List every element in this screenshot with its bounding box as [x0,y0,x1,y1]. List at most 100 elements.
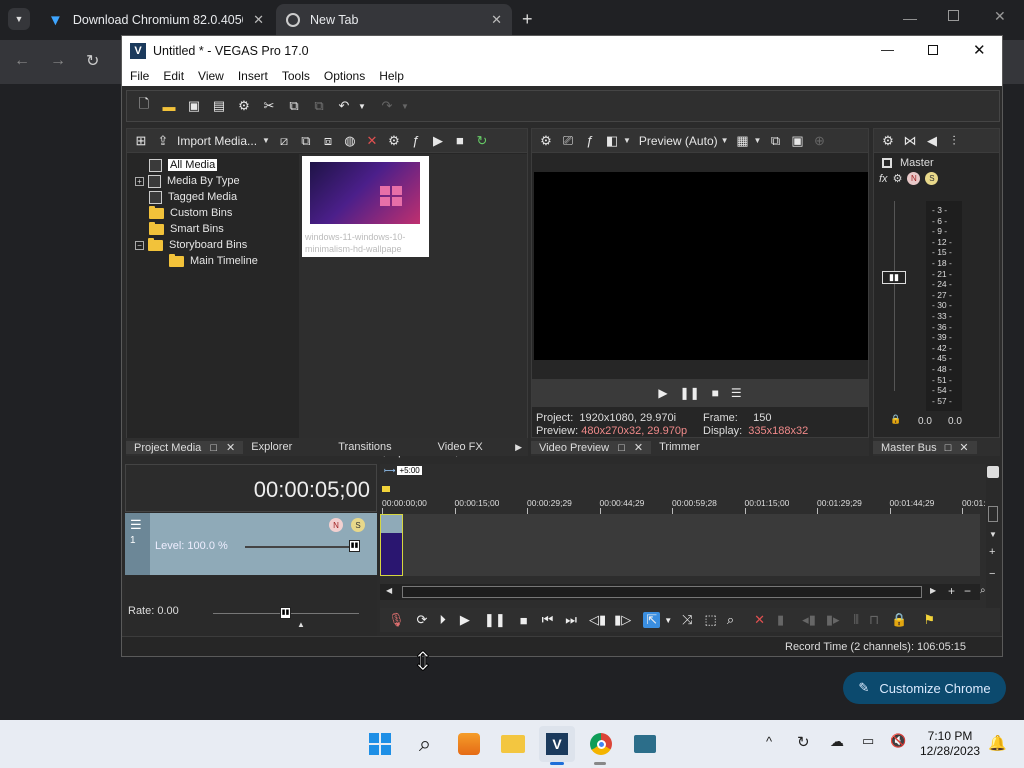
open-icon[interactable]: ▬ [161,98,177,114]
track-level-thumb[interactable]: ▮▮ [349,540,360,552]
stop-icon[interactable]: ■ [520,613,528,628]
in-point-marker[interactable] [382,486,390,492]
close-tab-icon[interactable]: ✕ [253,12,264,28]
views-icon[interactable]: ⊞ [133,133,149,149]
properties-gear-icon[interactable]: ⚙ [236,98,252,114]
close-window-icon[interactable]: ✕ [994,8,1006,25]
maximize-icon[interactable] [928,45,938,55]
get-media-icon[interactable]: ⧉ [298,133,314,149]
play-icon[interactable]: ▶ [460,612,470,628]
show-hidden-icons[interactable]: ^ [766,734,772,749]
track-solo-icon[interactable]: S [351,518,365,532]
delete-icon[interactable]: ✕ [754,612,765,628]
search-button[interactable]: ⌕ [407,726,443,762]
vegas-pro-taskbar-button[interactable]: V [539,726,575,762]
notifications-bell-icon[interactable]: 🔔 [988,734,1007,752]
edit-tool-dropdown-icon[interactable]: ▼ [664,616,672,625]
tree-item-custom-bins[interactable]: Custom Bins [149,205,232,221]
undo-icon[interactable]: ↶ [336,98,352,114]
go-to-start-icon[interactable]: ⏮ [542,612,554,628]
auto-ripple-icon[interactable]: ⤨ [682,612,692,628]
preview-quality-select[interactable]: Preview (Auto) [639,134,718,148]
scroll-left-icon[interactable]: ◀ [386,586,392,595]
paste-icon[interactable]: ⧉ [311,98,327,114]
scroll-down-icon[interactable]: ▼ [989,530,997,539]
get-photo-icon[interactable]: ⧈ [320,133,336,149]
copy-icon[interactable]: ⧉ [286,98,302,114]
gpu-icon[interactable]: ⊕ [811,133,827,149]
import-dropdown-icon[interactable]: ▼ [262,136,270,145]
chrome-taskbar-button[interactable] [583,726,619,762]
tree-item-storyboard-bins[interactable]: − Storyboard Bins [135,237,247,253]
solo-icon[interactable]: S [925,172,939,185]
tree-item-tagged-media[interactable]: Tagged Media [149,189,237,205]
media-thumbnail-card[interactable]: windows-11-windows-10- minimalism-hd-wal… [302,156,429,257]
record-icon[interactable]: 🎙 [388,612,405,628]
import-media-icon[interactable]: ⇪ [155,133,171,149]
loop-marker[interactable]: ⟼ +5:00 [384,464,438,476]
play-from-start-icon[interactable]: ⏵ [439,612,446,628]
fx-icon[interactable]: fx [879,173,888,185]
menu-insert[interactable]: Insert [238,69,268,83]
zoom-fit-icon[interactable]: ⌕ [980,585,986,596]
cut-icon[interactable]: ✂ [261,98,277,114]
tab-transitions[interactable]: Transitions [330,441,399,453]
preview-properties-icon[interactable]: ⚙ [538,133,554,149]
track-level-slider[interactable] [245,546,355,548]
tab-video-preview[interactable]: Video Preview □ ✕ [531,440,652,454]
media-properties-icon[interactable]: ⚙ [386,133,402,149]
play-icon[interactable]: ▶ [430,133,446,149]
tab-video-fx[interactable]: Video FX [430,441,491,453]
tab-explorer[interactable]: Explorer [243,441,300,453]
automation-gear-icon[interactable]: ⚙ [893,172,903,185]
scroll-right-icon[interactable]: ▶ [930,586,936,595]
external-monitor-icon[interactable]: ⎚ [560,133,576,149]
tab-master-bus[interactable]: Master Bus □ ✕ [873,440,977,454]
mute-icon[interactable]: N [907,172,921,185]
overlays-grid-icon[interactable]: ▦ [735,133,751,149]
time-ruler[interactable]: 00:00:00;00 00:00:15;00 00:00:29;29 00:00:4… [380,496,995,514]
rate-thumb[interactable]: ▮▮ [280,607,291,619]
loop-playback-icon[interactable]: ⟳ [417,612,428,628]
capture-icon[interactable]: ⧄ [276,133,292,149]
new-tab-button[interactable]: + [522,9,533,30]
master-fader-handle[interactable]: ▮▮ [882,271,906,284]
save-as-icon[interactable]: ▤ [211,98,227,114]
save-icon[interactable]: ▣ [186,98,202,114]
lock-event-icon[interactable]: 🔒 [891,612,907,628]
marker-flag-icon[interactable] [987,466,999,478]
insert-marker-icon[interactable]: ⚑ [923,612,935,628]
go-to-end-icon[interactable]: ⏭ [565,612,577,628]
tab-trimmer[interactable]: Trimmer [651,441,708,453]
undock-icon[interactable]: □ [210,442,217,454]
trim-start-icon[interactable]: ◂▮ [802,612,816,628]
tab-project-media[interactable]: Project Media □ ✕ [126,440,244,454]
tree-item-smart-bins[interactable]: Smart Bins [149,221,224,237]
media-fx-icon[interactable]: ƒ [408,133,424,149]
chrome-tab-download-chromium[interactable]: ▼ Download Chromium 82.0.4050 ✕ [38,4,274,36]
menu-view[interactable]: View [198,69,224,83]
close-icon[interactable]: ✕ [634,442,643,454]
close-tab-icon[interactable]: ✕ [491,12,502,28]
split-icon[interactable]: ⫴ [854,612,859,628]
network-icon[interactable]: ▭ [862,733,874,749]
selection-tool-icon[interactable]: ⬚ [705,612,717,628]
reload-icon[interactable]: ↻ [86,51,99,71]
menu-help[interactable]: Help [379,69,404,83]
refresh-icon[interactable]: ↻ [474,133,490,149]
copy-snapshot-icon[interactable]: ⧉ [767,133,783,149]
remove-icon[interactable]: ✕ [364,133,380,149]
zoom-out-icon[interactable]: − [964,584,971,598]
undock-icon[interactable]: □ [945,442,952,454]
volume-icon[interactable]: 🔇 [890,733,906,749]
split-screen-icon[interactable]: ◧ [604,133,620,149]
globe-icon[interactable]: ◍ [342,133,358,149]
split-dropdown-icon[interactable]: ▼ [623,136,631,145]
overlays-dropdown-icon[interactable]: ▼ [754,136,762,145]
file-explorer-button[interactable] [495,726,531,762]
preview-fx-icon[interactable]: ƒ [582,133,598,149]
track-menu-icon[interactable]: ☰ [130,517,142,533]
track-mute-icon[interactable]: N [329,518,343,532]
preview-play-icon[interactable]: ▶ [658,386,667,400]
menu-edit[interactable]: Edit [163,69,184,83]
